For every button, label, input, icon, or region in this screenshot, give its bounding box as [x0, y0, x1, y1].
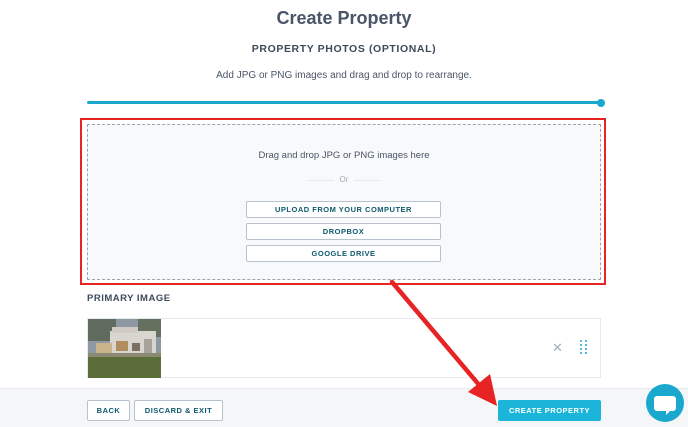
discard-and-exit-button[interactable]: DISCARD & EXIT — [134, 400, 223, 421]
primary-image-card[interactable]: ✕ — [87, 318, 601, 378]
footer-bar: BACK DISCARD & EXIT CREATE PROPERTY — [0, 388, 688, 427]
drag-handle-icon[interactable] — [580, 340, 588, 354]
back-button[interactable]: BACK — [87, 400, 130, 421]
create-property-button[interactable]: CREATE PROPERTY — [498, 400, 601, 421]
primary-image-label: PRIMARY IMAGE — [87, 293, 171, 304]
section-heading: PROPERTY PHOTOS (OPTIONAL) — [251, 43, 437, 55]
annotation-highlight-box — [80, 118, 606, 285]
close-icon[interactable]: ✕ — [552, 341, 563, 354]
progress-bar — [87, 98, 605, 107]
property-thumbnail — [88, 319, 161, 378]
chat-launcher[interactable] — [646, 384, 684, 422]
chat-bubble-icon — [654, 396, 676, 415]
page-title: Create Property — [276, 8, 412, 28]
progress-bar-fill — [87, 101, 601, 104]
progress-bar-knob — [597, 98, 605, 107]
page-subtitle: Add JPG or PNG images and drag and drop … — [216, 70, 472, 81]
